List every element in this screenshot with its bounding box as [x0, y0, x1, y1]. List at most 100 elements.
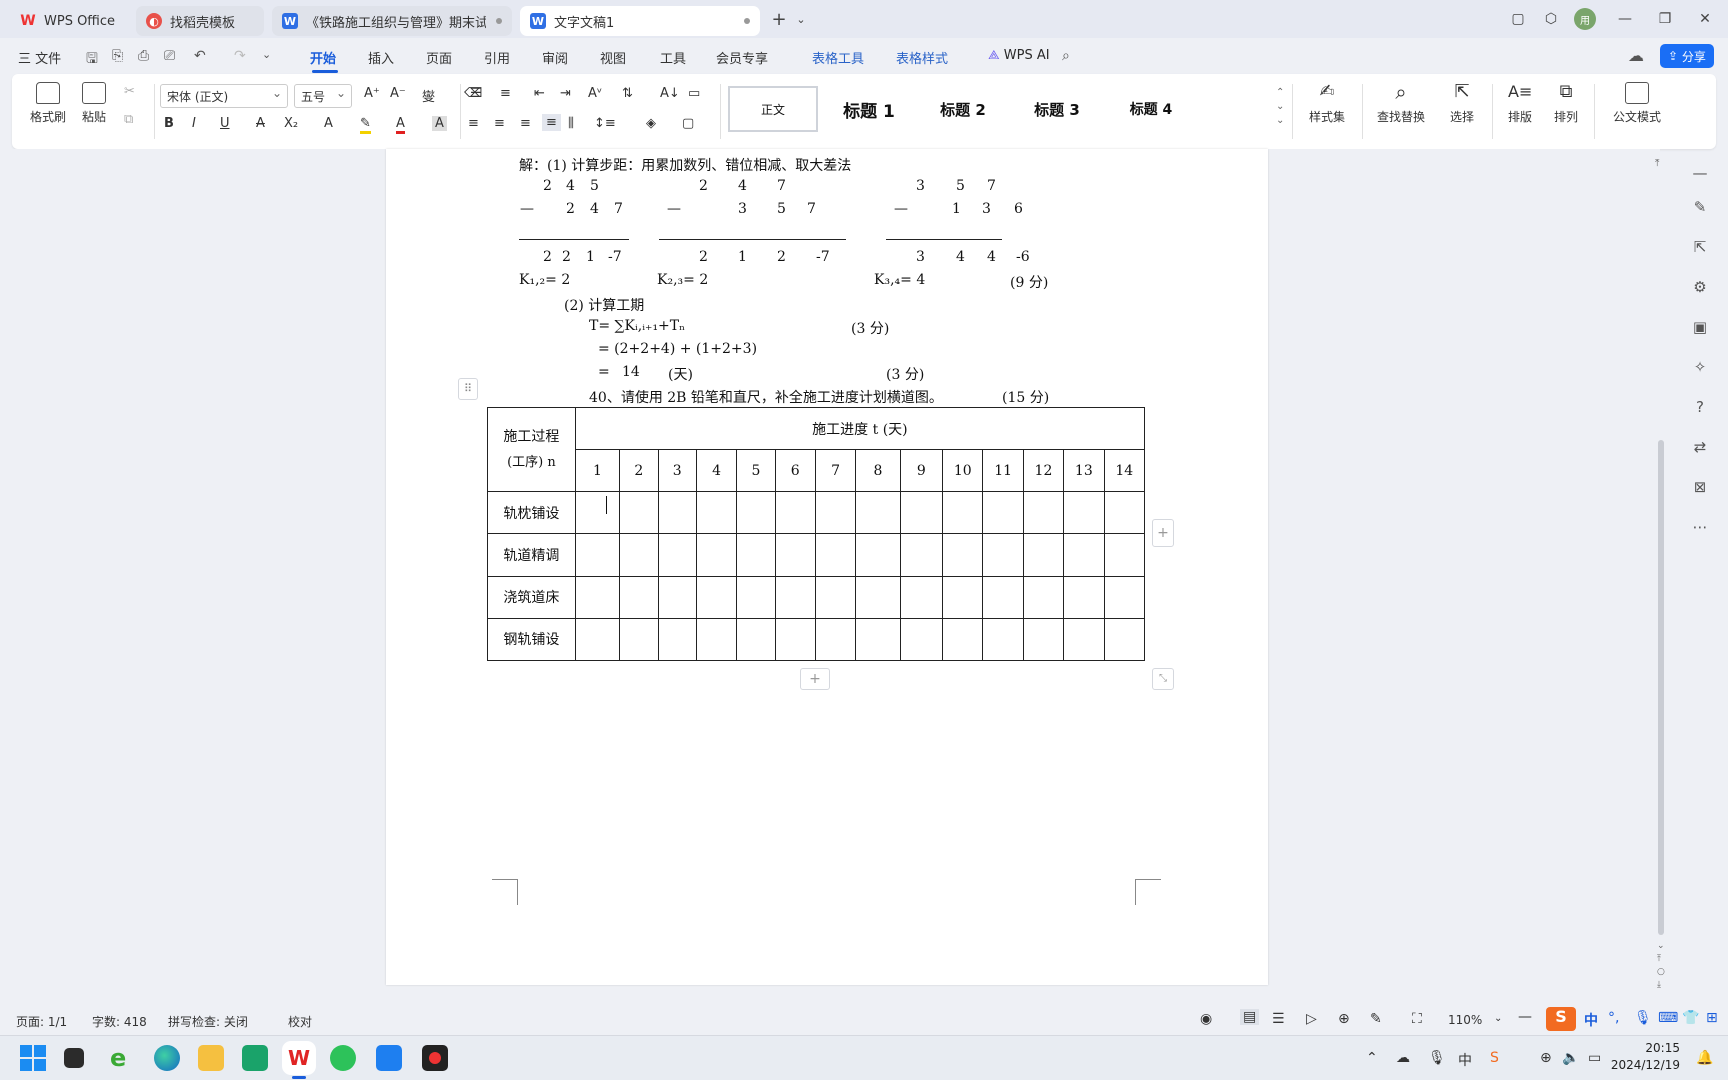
redo-icon[interactable]: ↷	[234, 48, 246, 64]
file-explorer-icon[interactable]	[198, 1045, 224, 1071]
subscript-icon[interactable]: X₂	[284, 116, 298, 131]
schedule-cell[interactable]	[855, 575, 901, 619]
schedule-cell[interactable]	[774, 533, 816, 577]
table-resize-icon[interactable]: ⤡	[1152, 668, 1174, 690]
page-view-icon[interactable]: ▤	[1240, 1009, 1260, 1025]
schedule-cell[interactable]	[982, 575, 1024, 619]
cloud-tray-icon[interactable]: ☁	[1396, 1050, 1410, 1066]
clock-date[interactable]: 2024/12/19	[1608, 1058, 1680, 1072]
edit-pen-icon[interactable]: ✎	[1680, 198, 1720, 216]
tab-home[interactable]: 开始	[310, 48, 336, 67]
battery-icon[interactable]: ▭	[1588, 1050, 1601, 1066]
play-icon[interactable]: ▷	[1306, 1011, 1317, 1027]
page-nav-icon[interactable]: ⌄ ⤒ ○ ⤓	[1657, 940, 1665, 992]
text-direction-icon[interactable]: Aᵛ	[588, 86, 602, 101]
schedule-cell[interactable]	[574, 617, 621, 662]
schedule-cell[interactable]	[1022, 491, 1065, 535]
edge-browser-icon[interactable]	[154, 1045, 180, 1071]
zoom-out-icon[interactable]: —	[1518, 1009, 1532, 1025]
network-icon[interactable]: ⊕	[1540, 1050, 1552, 1066]
write-view-icon[interactable]: ✎	[1370, 1011, 1382, 1027]
minimize-button[interactable]: —	[1614, 8, 1636, 30]
customize-chevron-icon[interactable]: ⌄	[262, 48, 271, 61]
schedule-cell[interactable]	[774, 575, 816, 619]
cube-icon[interactable]: ⬡	[1540, 8, 1562, 30]
schedule-cell[interactable]	[736, 575, 776, 619]
day-header-cell[interactable]: 10	[942, 449, 984, 493]
day-header-cell[interactable]: 1	[574, 449, 621, 493]
tab-member[interactable]: 会员专享	[716, 48, 768, 67]
cut-icon[interactable]: ✂	[124, 84, 135, 99]
day-header-cell[interactable]: 6	[774, 449, 816, 493]
schedule-cell[interactable]	[695, 533, 738, 577]
shading-icon[interactable]: ◈	[646, 116, 656, 131]
table-header-process[interactable]: 施工过程 (工序) n	[487, 406, 576, 493]
print-preview-icon[interactable]: ⎚	[164, 48, 175, 64]
schedule-cell[interactable]	[1063, 533, 1105, 577]
table-header-progress[interactable]: 施工进度 t (天)	[574, 406, 1146, 451]
add-column-button[interactable]: +	[1152, 519, 1174, 547]
schedule-cell[interactable]	[855, 491, 901, 535]
tools-icon[interactable]: ✧	[1680, 358, 1720, 376]
schedule-cell[interactable]	[657, 491, 697, 535]
tab-table-tools[interactable]: 表格工具	[812, 48, 864, 67]
justify-icon[interactable]: ≡	[542, 114, 561, 131]
schedule-cell[interactable]	[657, 617, 697, 662]
distribute-icon[interactable]: ⫼	[568, 116, 574, 131]
translate-icon[interactable]: ⇄	[1680, 438, 1720, 456]
show-marks-icon[interactable]: A↓	[660, 86, 680, 101]
table-grid-icon[interactable]: ▭	[688, 86, 700, 101]
schedule-cell[interactable]	[574, 575, 621, 619]
table-move-handle-icon[interactable]: ⠿	[458, 378, 478, 400]
process-name-cell[interactable]: 浇筑道床	[487, 575, 576, 619]
eye-protect-icon[interactable]: ◉	[1200, 1011, 1212, 1027]
style-heading-1[interactable]: 标题 1	[824, 86, 914, 132]
volume-icon[interactable]: 🔈	[1562, 1050, 1579, 1066]
schedule-cell[interactable]	[855, 533, 901, 577]
schedule-cell[interactable]	[899, 491, 944, 535]
day-header-cell[interactable]: 11	[982, 449, 1024, 493]
wps-ai-button[interactable]: ⟁ WPS AI	[988, 48, 1050, 63]
windows-start-icon[interactable]	[20, 1045, 46, 1071]
font-name-select[interactable]: 宋体 (正文)	[160, 84, 288, 108]
schedule-cell[interactable]	[942, 575, 984, 619]
day-header-cell[interactable]: 12	[1022, 449, 1065, 493]
toolbox-icon[interactable]: ⊞	[1706, 1010, 1718, 1026]
keyboard-icon[interactable]: ⌨	[1658, 1010, 1678, 1026]
style-heading-3[interactable]: 标题 3	[1012, 86, 1102, 132]
style-normal[interactable]: 正文	[728, 86, 818, 132]
clock-time[interactable]: 20:15	[1630, 1041, 1680, 1055]
schedule-cell[interactable]	[736, 533, 776, 577]
style-heading-4[interactable]: 标题 4	[1106, 86, 1196, 132]
day-header-cell[interactable]: 7	[814, 449, 857, 493]
align-left-icon[interactable]: ≡	[468, 116, 479, 131]
schedule-cell[interactable]	[574, 533, 621, 577]
web-view-icon[interactable]: ⊕	[1338, 1011, 1350, 1027]
schedule-cell[interactable]	[619, 491, 659, 535]
schedule-cell[interactable]	[982, 533, 1024, 577]
process-name-cell[interactable]: 钢轨铺设	[487, 617, 576, 662]
strikethrough-icon[interactable]: A	[256, 116, 265, 131]
schedule-cell[interactable]	[942, 533, 984, 577]
day-header-cell[interactable]: 5	[736, 449, 776, 493]
text-effect-icon[interactable]: A	[324, 116, 333, 131]
schedule-cell[interactable]	[1103, 491, 1145, 535]
add-row-button[interactable]: +	[800, 668, 830, 690]
tab-insert[interactable]: 插入	[368, 48, 394, 67]
scroll-top-icon[interactable]: ⤒	[1655, 158, 1659, 169]
paste-button[interactable]: 粘贴	[74, 82, 114, 125]
underline-icon[interactable]: U	[220, 116, 230, 131]
help-icon[interactable]: ?	[1680, 398, 1720, 416]
schedule-cell[interactable]	[619, 533, 659, 577]
phonetic-icon[interactable]: 燮	[422, 86, 435, 105]
spell-check-status[interactable]: 拼写检查: 关闭	[168, 1013, 248, 1030]
tab-references[interactable]: 引用	[484, 48, 510, 67]
schedule-cell[interactable]	[899, 533, 944, 577]
close-button[interactable]: ✕	[1694, 8, 1716, 30]
word-count[interactable]: 字数: 418	[92, 1013, 147, 1030]
align-right-icon[interactable]: ≡	[520, 116, 531, 131]
avatar[interactable]: 用	[1574, 8, 1596, 30]
schedule-cell[interactable]	[1063, 617, 1105, 662]
image-icon[interactable]: ▣	[1680, 318, 1720, 336]
new-tab-button[interactable]: +	[768, 8, 790, 30]
